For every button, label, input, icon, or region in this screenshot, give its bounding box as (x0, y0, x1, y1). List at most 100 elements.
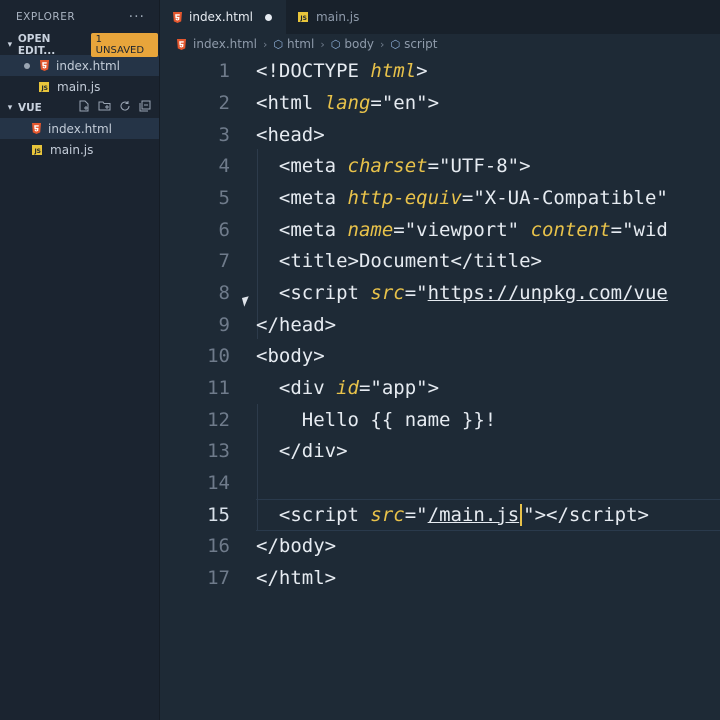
line-number: 4 (218, 155, 230, 177)
unsaved-badge: 1 UNSAVED (90, 32, 158, 57)
tab-label: main.js (315, 10, 360, 24)
more-actions-icon[interactable]: ··· (129, 9, 145, 25)
line-content: <script src="https://unpkg.com/vue (256, 282, 668, 304)
line-content: <meta http-equiv="X-UA-Compatible" (256, 187, 668, 209)
line-number: 16 (207, 535, 230, 557)
line-number: 14 (207, 472, 230, 494)
explorer-title: EXPLORER (16, 11, 76, 23)
code-line[interactable]: 6 <meta name="viewport" content="wid (160, 214, 668, 246)
line-number: 15 (207, 504, 230, 526)
code-line[interactable]: 1 <!DOCTYPE html> (160, 55, 428, 87)
file-item-index-html[interactable]: index.html (0, 118, 159, 139)
folder-toolbar (78, 100, 151, 115)
line-number: 2 (218, 92, 230, 114)
tab-bar: index.html JS main.js (160, 0, 720, 34)
file-item-main-js[interactable]: JS main.js (0, 139, 159, 160)
explorer-sidebar: EXPLORER ··· ▾ OPEN EDIT... 1 UNSAVED in… (0, 0, 160, 720)
line-content: <html lang="en"> (256, 92, 440, 114)
line-content: <body> (256, 345, 325, 367)
code-line[interactable]: 17 </html> (160, 562, 336, 594)
line-content: <meta name="viewport" content="wid (256, 219, 668, 241)
line-content: </html> (256, 567, 337, 589)
code-line[interactable]: 12 Hello {{ name }}! (160, 404, 496, 436)
breadcrumb-item-file[interactable]: index.html (193, 37, 257, 51)
js-file-icon: JS (39, 81, 49, 92)
chevron-right-icon: › (320, 37, 325, 51)
unsaved-dot-icon[interactable] (264, 13, 272, 21)
line-number: 7 (218, 250, 230, 272)
code-line[interactable]: 10 <body> (160, 340, 325, 372)
element-icon: ⬡ (273, 37, 283, 51)
refresh-icon[interactable] (119, 100, 131, 115)
js-file-icon: JS (297, 12, 308, 22)
line-content: <meta charset="UTF-8"> (256, 155, 531, 177)
chevron-right-icon: › (380, 37, 385, 51)
code-line[interactable]: 13 </div> (160, 435, 347, 467)
line-content: Hello {{ name }}! (256, 409, 497, 431)
line-content: <title>Document</title> (256, 250, 542, 272)
unsaved-dot-icon[interactable] (24, 62, 30, 69)
code-line-current[interactable]: 15 <script src="/main.js "></script> (160, 499, 649, 531)
new-file-icon[interactable] (78, 100, 90, 115)
open-editors-section[interactable]: ▾ OPEN EDIT... 1 UNSAVED (0, 32, 159, 57)
code-line[interactable]: 8 <script src="https://unpkg.com/vue (160, 277, 668, 309)
line-number: 10 (207, 345, 230, 367)
line-number: 1 (218, 60, 230, 82)
open-editor-label: index.html (56, 58, 120, 73)
indent-guide (257, 149, 258, 339)
new-folder-icon[interactable] (98, 100, 111, 115)
code-line[interactable]: 7 <title>Document</title> (160, 245, 542, 277)
line-content: <head> (256, 124, 325, 146)
line-number: 17 (207, 567, 230, 589)
js-file-icon: JS (32, 144, 42, 155)
line-content: </div> (256, 440, 348, 462)
open-editors-label: OPEN EDIT... (17, 32, 56, 57)
line-number: 13 (207, 440, 230, 462)
html5-icon (172, 11, 182, 23)
chevron-down-icon: ▾ (7, 39, 13, 50)
line-number: 5 (218, 187, 230, 209)
tab-label: index.html (189, 10, 253, 24)
html5-icon (31, 123, 41, 134)
text-cursor (520, 504, 523, 527)
code-line[interactable]: 14 (160, 467, 230, 499)
open-editor-item-main-js[interactable]: JS main.js (0, 76, 159, 97)
breadcrumb: index.html › ⬡ html › ⬡ body › ⬡ script (160, 34, 720, 54)
line-content: </head> (256, 314, 337, 336)
code-line[interactable]: 2 <html lang="en"> (160, 87, 440, 119)
chevron-right-icon: › (262, 37, 268, 51)
breadcrumb-item-html[interactable]: html (287, 37, 314, 51)
open-editor-item-index-html[interactable]: index.html (0, 55, 159, 76)
code-line[interactable]: 5 <meta http-equiv="X-UA-Compatible" (160, 182, 668, 214)
tab-main-js[interactable]: JS main.js (286, 0, 373, 34)
folder-label: VUE (18, 101, 42, 114)
code-editor[interactable]: 1 <!DOCTYPE html> 2 <html lang="en"> 3 <hea… (160, 54, 720, 720)
line-number: 8 (218, 282, 230, 304)
file-label: index.html (48, 121, 112, 136)
line-number: 12 (207, 409, 230, 431)
line-content: <!DOCTYPE html> (256, 60, 428, 82)
code-line[interactable]: 4 <meta charset="UTF-8"> (160, 150, 531, 182)
folder-section-vue[interactable]: ▾ VUE (0, 97, 159, 118)
tab-index-html[interactable]: index.html (160, 0, 286, 34)
line-content: </body> (256, 535, 337, 557)
file-label: main.js (50, 142, 94, 157)
line-number: 11 (207, 377, 230, 399)
line-content: <script src="/main.js "></script> (256, 503, 649, 527)
html5-icon (39, 60, 49, 71)
breadcrumb-item-body[interactable]: body (344, 37, 374, 51)
code-line[interactable]: 16 </body> (160, 530, 336, 562)
code-line[interactable]: 9 </head> (160, 309, 337, 341)
open-editor-label: main.js (57, 79, 101, 94)
line-number: 3 (218, 124, 230, 146)
breadcrumb-item-script[interactable]: script (404, 37, 437, 51)
explorer-header: EXPLORER ··· (0, 0, 159, 34)
chevron-down-icon: ▾ (7, 102, 13, 113)
element-icon: ⬡ (330, 37, 341, 51)
collapse-all-icon[interactable] (139, 100, 151, 115)
html5-icon (176, 38, 186, 50)
line-number: 6 (218, 219, 230, 241)
element-icon: ⬡ (390, 37, 401, 51)
code-line[interactable]: 3 <head> (160, 119, 325, 151)
code-line[interactable]: 11 <div id="app"> (160, 372, 439, 404)
